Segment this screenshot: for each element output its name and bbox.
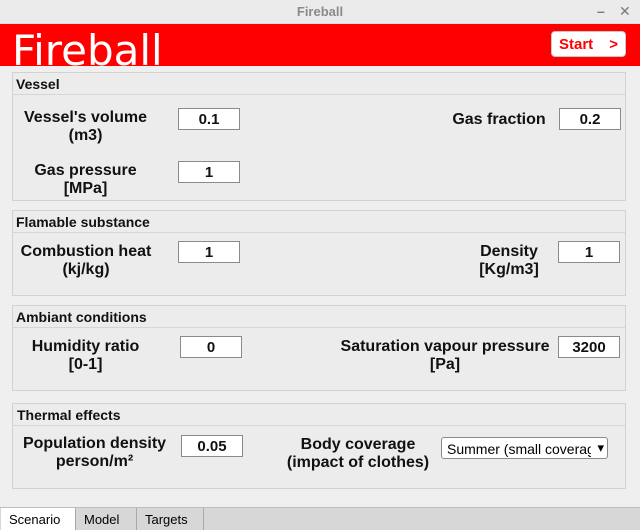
body-coverage-select[interactable]: Summer (small coverage) ▾ [441,437,608,459]
saturation-vapour-pressure-input[interactable] [558,336,620,358]
window-titlebar: Fireball – ✕ [0,0,640,24]
minimize-icon[interactable]: – [597,2,605,20]
vessel-section: Vessel Vessel's volume(m3) Gas fraction … [12,72,626,201]
gas-fraction-label: Gas fraction [452,111,546,128]
density-label: Density [Kg/m3] [479,243,539,278]
section-header: Ambiant conditions [13,306,625,328]
chevron-right-icon: > [609,36,618,53]
section-title: Thermal effects [17,407,121,423]
window-title: Fireball [296,4,344,19]
body-coverage-label: Body coverage (impact of clothes) [286,436,430,471]
section-header: Vessel [13,73,625,95]
gas-pressure-input[interactable] [178,161,240,183]
gas-fraction-input[interactable] [559,108,621,130]
tab-targets[interactable]: Targets [137,508,204,530]
tab-model[interactable]: Model [76,508,137,530]
section-header: Thermal effects [13,404,625,426]
tab-scenario[interactable]: Scenario [1,508,76,530]
app-logo: Fireball [12,26,163,67]
chevron-down-icon: ▾ [597,440,604,455]
section-title: Flamable substance [16,214,150,230]
saturation-vapour-pressure-label: Saturation vapour pressure [Pa] [340,338,550,373]
vessel-volume-label: Vessel's volume (m3) [24,109,147,144]
density-input[interactable] [558,241,620,263]
humidity-ratio-label: Humidity ratio [0-1] [31,338,140,373]
gas-pressure-label: Gas pressure [MPa] [34,162,137,197]
start-button[interactable]: Start > [551,31,626,57]
section-header: Flamable substance [13,211,625,233]
close-icon[interactable]: ✕ [619,2,631,20]
section-title: Ambiant conditions [16,309,147,325]
start-button-label: Start [559,36,594,53]
section-title: Vessel [16,76,60,92]
thermal-section: Thermal effects Population density person… [12,403,626,489]
combustion-heat-label: Combustion heat (kj/kg) [20,243,152,278]
combustion-heat-input[interactable] [178,241,240,263]
body-coverage-value: Summer (small coverage) [447,441,591,457]
flamable-section: Flamable substance Combustion heat (kj/kg… [12,210,626,296]
tab-bar: Scenario Model Targets [0,507,640,530]
vessel-volume-input[interactable] [178,108,240,130]
ambiant-section: Ambiant conditions Humidity ratio[0-1] S… [12,305,626,391]
population-density-label: Population density person/m² [22,435,167,470]
app-header: Fireball Start > [0,24,640,66]
population-density-input[interactable] [181,435,243,457]
humidity-ratio-input[interactable] [180,336,242,358]
